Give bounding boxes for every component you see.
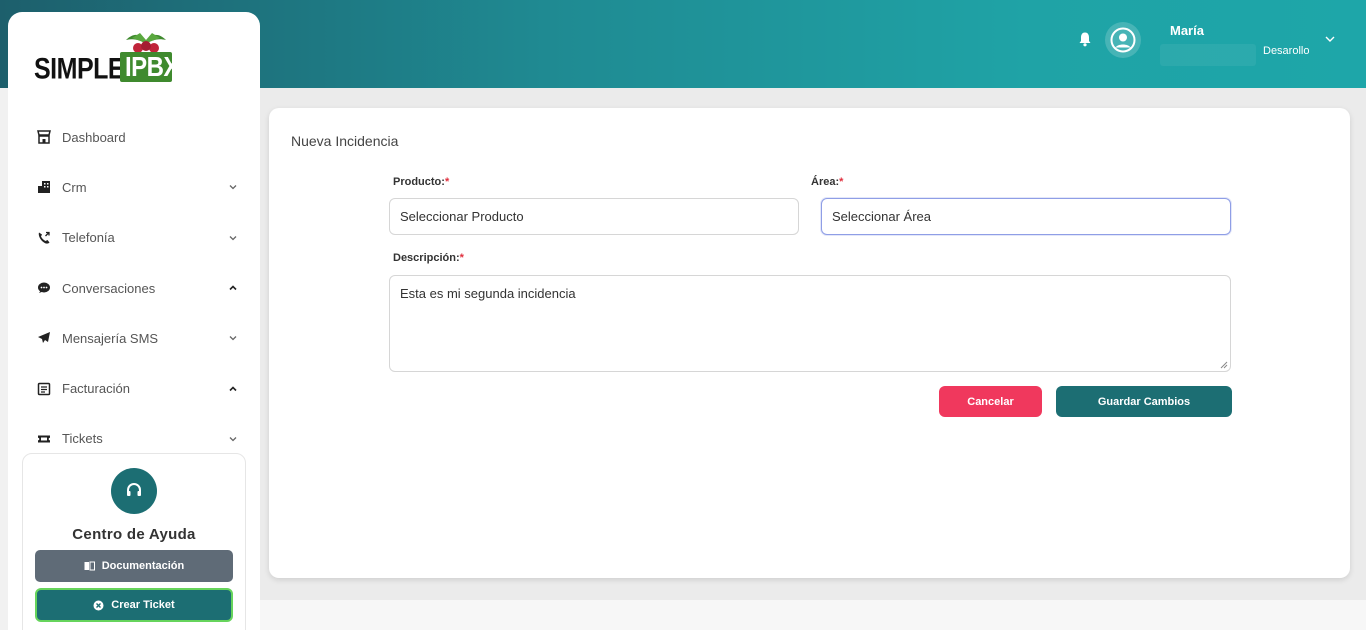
sidebar-item-facturacion[interactable]: Facturación [8,363,260,413]
sidebar-item-conversaciones[interactable]: Conversaciones [8,263,260,313]
sidebar-item-dashboard[interactable]: Dashboard [8,112,260,162]
sidebar-item-telefonia[interactable]: Telefonía [8,213,260,263]
chevron-down-icon [229,336,237,341]
user-circle-icon [1110,27,1136,53]
user-role: Desarollo [1263,45,1310,57]
incident-form-card: Nueva Incidencia Producto:* Seleccionar … [269,108,1350,578]
area-label-text: Área: [811,176,840,188]
sidebar-item-label: Dashboard [62,129,126,145]
sidebar-item-label: Mensajería SMS [62,330,159,346]
user-info-blurred [1160,44,1256,66]
page-title: Nueva Incidencia [291,133,399,149]
chevron-up-icon [229,385,237,391]
bell-icon[interactable] [1078,31,1092,47]
sidebar: SIMPLE IPBX Dashboard Crm Telefonía Conv… [8,12,260,630]
invoice-icon [36,381,52,397]
sidebar-item-crm[interactable]: Crm [8,162,260,212]
help-center-panel: Centro de Ayuda Documentación Crear Tick… [22,453,246,630]
create-ticket-button[interactable]: Crear Ticket [35,588,233,622]
ticket-icon [36,431,52,447]
required-mark: * [839,176,844,188]
cancel-button[interactable]: Cancelar [939,386,1042,417]
resize-grip-icon[interactable] [1219,360,1228,369]
save-button[interactable]: Guardar Cambios [1056,386,1232,417]
create-ticket-label: Crear Ticket [111,599,175,611]
send-icon [36,330,52,346]
book-icon [84,561,95,571]
area-select-value: Seleccionar Área [832,209,931,224]
sidebar-item-mensajeria-sms[interactable]: Mensajería SMS [8,313,260,363]
chevron-down-icon[interactable] [1324,34,1336,44]
chat-icon [36,280,52,296]
documentation-button[interactable]: Documentación [35,550,233,582]
producto-select-value: Seleccionar Producto [400,209,524,224]
sidebar-item-label: Crm [62,179,87,195]
sidebar-nav: Dashboard Crm Telefonía Conversaciones M… [8,112,260,464]
logo-text-ipbx: IPBX [125,52,180,84]
area-label: Área:* [811,176,843,188]
producto-label: Producto:* [393,176,449,188]
descripcion-textarea[interactable]: Esta es mi segunda incidencia [389,275,1231,372]
building-icon [36,179,52,195]
close-circle-icon [93,600,104,610]
footer-strip [260,600,1366,630]
logo-box: IPBX [120,52,180,83]
descripcion-label-text: Descripción: [393,252,460,264]
logo-text-simple: SIMPLE [34,52,125,86]
store-icon [36,129,52,145]
sidebar-item-label: Facturación [62,381,130,397]
documentation-label: Documentación [101,560,185,572]
sidebar-item-label: Telefonía [62,230,115,246]
phone-icon [36,230,52,246]
user-name[interactable]: María [1170,23,1204,38]
help-center-title: Centro de Ayuda [72,526,196,543]
area-select[interactable]: Seleccionar Área [821,198,1231,235]
headset-icon [111,468,157,514]
descripcion-label: Descripción:* [393,252,464,264]
producto-label-text: Producto: [393,176,445,188]
chevron-down-icon [229,436,237,442]
brand-logo[interactable]: SIMPLE IPBX [34,30,194,86]
chevron-down-icon [229,185,237,190]
descripcion-value: Esta es mi segunda incidencia [400,286,576,301]
chevron-down-icon [229,235,237,241]
producto-select[interactable]: Seleccionar Producto [389,198,799,235]
avatar[interactable] [1105,22,1141,58]
sidebar-item-label: Conversaciones [62,280,156,296]
sidebar-item-label: Tickets [62,431,103,447]
required-mark: * [444,176,450,188]
required-mark: * [459,252,464,264]
chevron-up-icon [229,285,237,291]
